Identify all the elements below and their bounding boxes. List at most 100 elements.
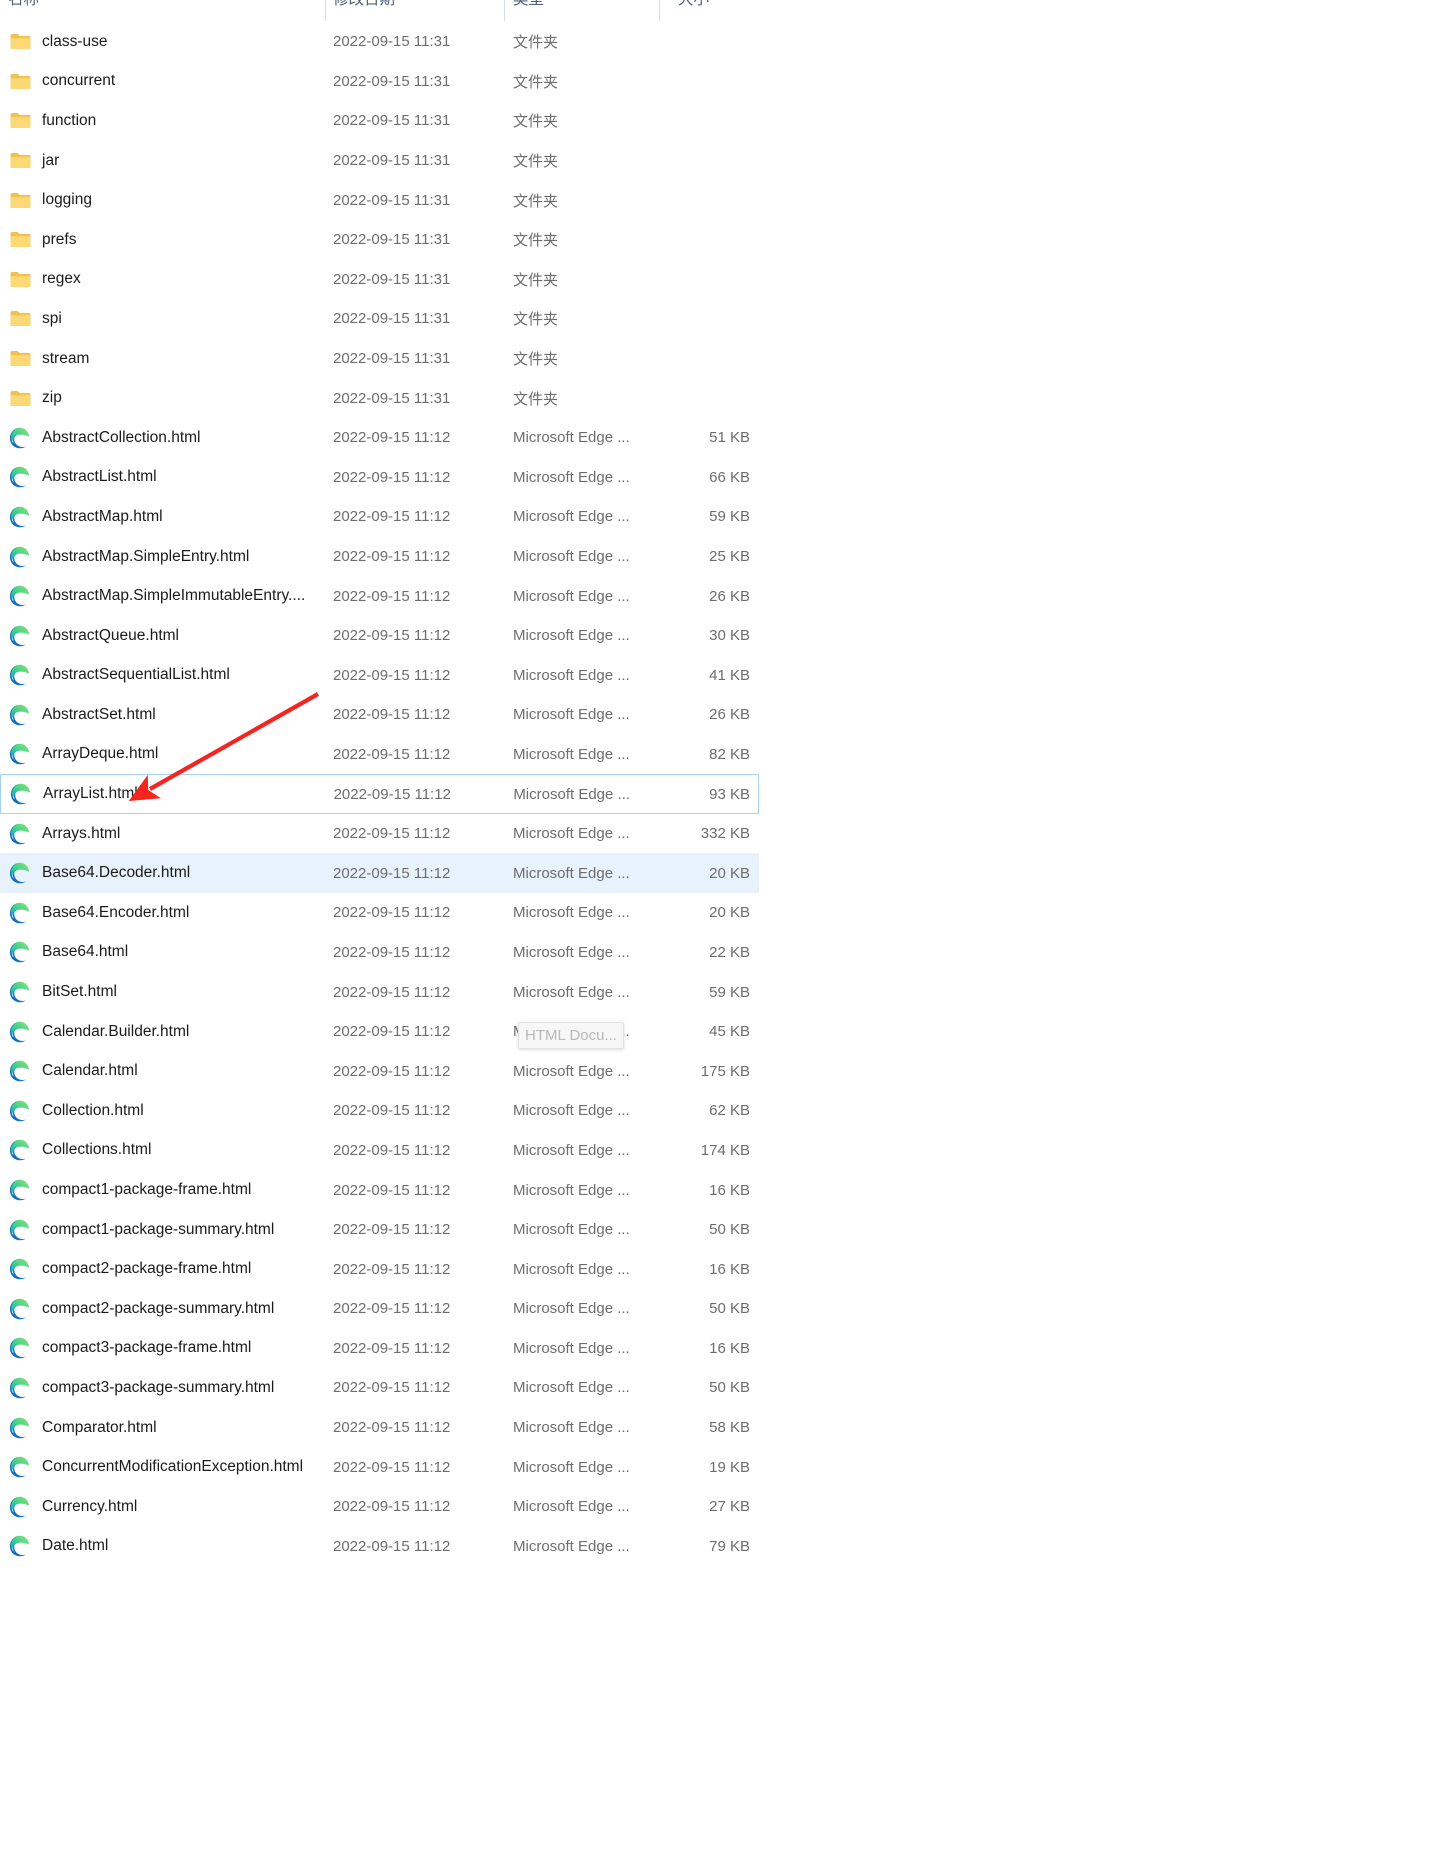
file-name-cell[interactable]: compact1-package-summary.html <box>0 1210 333 1250</box>
file-name-cell[interactable]: AbstractCollection.html <box>0 418 333 458</box>
file-name-cell[interactable]: Comparator.html <box>0 1408 333 1448</box>
file-date-cell: 2022-09-15 11:12 <box>333 1447 513 1487</box>
file-name-cell[interactable]: stream <box>0 339 333 379</box>
file-row[interactable]: compact2-package-frame.html 2022-09-15 11… <box>0 1249 1449 1289</box>
file-name-cell[interactable]: AbstractSet.html <box>0 695 333 735</box>
file-row[interactable]: zip 2022-09-15 11:31 文件夹 <box>0 378 1449 418</box>
file-name-cell[interactable]: concurrent <box>0 62 333 102</box>
file-row[interactable]: compact3-package-summary.html 2022-09-15 … <box>0 1368 1449 1408</box>
file-name-cell[interactable]: prefs <box>0 220 333 260</box>
file-row[interactable]: Base64.Encoder.html 2022-09-15 11:12 Micro… <box>0 893 1449 933</box>
file-date-cell: 2022-09-15 11:31 <box>333 101 513 141</box>
file-row[interactable]: compact2-package-summary.html 2022-09-15 … <box>0 1289 1449 1329</box>
file-row[interactable]: AbstractCollection.html 2022-09-15 11:12 M… <box>0 418 1449 458</box>
file-date-cell: 2022-09-15 11:12 <box>333 458 513 498</box>
file-row[interactable]: concurrent 2022-09-15 11:31 文件夹 <box>0 62 1449 102</box>
file-row[interactable]: Collections.html 2022-09-15 11:12 Microsof… <box>0 1131 1449 1171</box>
file-row[interactable]: Comparator.html 2022-09-15 11:12 Microsoft… <box>0 1408 1449 1448</box>
file-name-cell[interactable]: compact3-package-summary.html <box>0 1368 333 1408</box>
file-name-cell[interactable]: compact1-package-frame.html <box>0 1170 333 1210</box>
file-name-cell[interactable]: Collection.html <box>0 1091 333 1131</box>
column-divider-3[interactable] <box>659 0 660 21</box>
file-name-cell[interactable]: function <box>0 101 333 141</box>
file-name-cell[interactable]: Calendar.html <box>0 1051 333 1091</box>
file-name-cell[interactable]: AbstractMap.SimpleImmutableEntry.... <box>0 576 333 616</box>
file-row[interactable]: class-use 2022-09-15 11:31 文件夹 <box>0 22 1449 62</box>
file-row[interactable]: regex 2022-09-15 11:31 文件夹 <box>0 260 1449 300</box>
file-row[interactable]: jar 2022-09-15 11:31 文件夹 <box>0 141 1449 181</box>
file-row[interactable]: AbstractMap.html 2022-09-15 11:12 Microsof… <box>0 497 1449 537</box>
file-name-cell[interactable]: Currency.html <box>0 1487 333 1527</box>
file-row[interactable]: compact1-package-frame.html 2022-09-15 11… <box>0 1170 1449 1210</box>
file-row[interactable]: AbstractList.html 2022-09-15 11:12 Microso… <box>0 458 1449 498</box>
file-name-cell[interactable]: AbstractList.html <box>0 458 333 498</box>
microsoft-edge-icon <box>8 704 32 726</box>
file-name-cell[interactable]: spi <box>0 299 333 339</box>
file-row[interactable]: Collection.html 2022-09-15 11:12 Microsoft… <box>0 1091 1449 1131</box>
file-row[interactable]: ArrayList.html 2022-09-15 11:12 Microsoft … <box>0 774 759 814</box>
column-divider-1[interactable] <box>325 0 326 21</box>
file-size-cell: 30 KB <box>678 616 758 656</box>
file-name-cell[interactable]: Calendar.Builder.html <box>0 1012 333 1052</box>
file-name-cell[interactable]: ArrayList.html <box>1 775 334 813</box>
file-name-cell[interactable]: Base64.Decoder.html <box>0 853 333 893</box>
file-name-cell[interactable]: ConcurrentModificationException.html <box>0 1447 333 1487</box>
file-name-cell[interactable]: logging <box>0 180 333 220</box>
file-type-cell: Microsoft Edge ... <box>513 1329 678 1369</box>
file-row[interactable]: Currency.html 2022-09-15 11:12 Microsoft E… <box>0 1487 1449 1527</box>
file-row[interactable]: AbstractQueue.html 2022-09-15 11:12 Micros… <box>0 616 1449 656</box>
file-type-cell: Microsoft Edge ... <box>513 1527 678 1567</box>
file-row[interactable]: AbstractSet.html 2022-09-15 11:12 Microsof… <box>0 695 1449 735</box>
file-row[interactable]: ArrayDeque.html 2022-09-15 11:12 Microsoft… <box>0 735 1449 775</box>
file-row[interactable]: BitSet.html 2022-09-15 11:12 Microsoft Edg… <box>0 972 1449 1012</box>
file-name-cell[interactable]: compact2-package-summary.html <box>0 1289 333 1329</box>
file-name-cell[interactable]: ArrayDeque.html <box>0 735 333 775</box>
microsoft-edge-icon <box>8 1100 32 1122</box>
file-name-cell[interactable]: Arrays.html <box>0 814 333 854</box>
file-row[interactable]: Calendar.Builder.html2022-09-15 11:12Mic… <box>0 1012 1449 1052</box>
file-row[interactable]: Base64.html 2022-09-15 11:12 Microsoft Edg… <box>0 933 1449 973</box>
file-name-cell[interactable]: Date.html <box>0 1527 333 1567</box>
column-header-name[interactable]: 名称 <box>0 0 333 22</box>
file-name-cell[interactable]: regex <box>0 260 333 300</box>
column-divider-2[interactable] <box>504 0 505 21</box>
file-row[interactable]: AbstractMap.SimpleEntry.html 2022-09-15 1… <box>0 537 1449 577</box>
file-row[interactable]: compact1-package-summary.html 2022-09-15 … <box>0 1210 1449 1250</box>
microsoft-edge-icon <box>8 1258 32 1280</box>
file-name-cell[interactable]: zip <box>0 378 333 418</box>
file-name-cell[interactable]: BitSet.html <box>0 972 333 1012</box>
file-name-cell[interactable]: class-use <box>0 22 333 62</box>
file-list[interactable]: class-use 2022-09-15 11:31 文件夹 concurrent 20… <box>0 22 1449 1566</box>
file-row[interactable]: Date.html 2022-09-15 11:12 Microsoft Edge … <box>0 1527 1449 1567</box>
file-row[interactable]: AbstractSequentialList.html 2022-09-15 11… <box>0 656 1449 696</box>
file-row[interactable]: stream 2022-09-15 11:31 文件夹 <box>0 339 1449 379</box>
file-row[interactable]: prefs 2022-09-15 11:31 文件夹 <box>0 220 1449 260</box>
file-row[interactable]: ConcurrentModificationException.html 2022… <box>0 1447 1449 1487</box>
file-row[interactable]: logging 2022-09-15 11:31 文件夹 <box>0 180 1449 220</box>
file-name-cell[interactable]: AbstractSequentialList.html <box>0 656 333 696</box>
file-name-cell[interactable]: compact2-package-frame.html <box>0 1249 333 1289</box>
file-name-cell[interactable]: Collections.html <box>0 1131 333 1171</box>
file-name-cell[interactable]: AbstractQueue.html <box>0 616 333 656</box>
file-row[interactable]: function 2022-09-15 11:31 文件夹 <box>0 101 1449 141</box>
file-list-column-header: 名称 修改日期 类型 大小 <box>0 0 1449 22</box>
file-date-label: 2022-09-15 11:12 <box>333 587 451 605</box>
file-row[interactable]: Arrays.html 2022-09-15 11:12 Microsoft Edg… <box>0 814 1449 854</box>
file-name-cell[interactable]: AbstractMap.html <box>0 497 333 537</box>
column-header-size[interactable]: 大小 <box>678 0 758 22</box>
file-row[interactable]: AbstractMap.SimpleImmutableEntry.... 2022… <box>0 576 1449 616</box>
file-name-cell[interactable]: compact3-package-frame.html <box>0 1329 333 1369</box>
file-row[interactable]: Base64.Decoder.html 2022-09-15 11:12 Micro… <box>0 853 759 894</box>
file-size-cell: 20 KB <box>678 893 758 933</box>
file-date-label: 2022-09-15 11:31 <box>333 231 451 249</box>
column-header-date-modified[interactable]: 修改日期 <box>333 0 513 22</box>
file-name-cell[interactable]: jar <box>0 141 333 181</box>
file-size-label: 19 KB <box>709 1458 750 1476</box>
file-name-cell[interactable]: AbstractMap.SimpleEntry.html <box>0 537 333 577</box>
file-row[interactable]: Calendar.html 2022-09-15 11:12 Microsoft E… <box>0 1051 1449 1091</box>
file-row[interactable]: compact3-package-frame.html 2022-09-15 11… <box>0 1329 1449 1369</box>
file-name-cell[interactable]: Base64.html <box>0 933 333 973</box>
column-header-type[interactable]: 类型 <box>513 0 678 22</box>
file-name-cell[interactable]: Base64.Encoder.html <box>0 893 333 933</box>
file-row[interactable]: spi 2022-09-15 11:31 文件夹 <box>0 299 1449 339</box>
